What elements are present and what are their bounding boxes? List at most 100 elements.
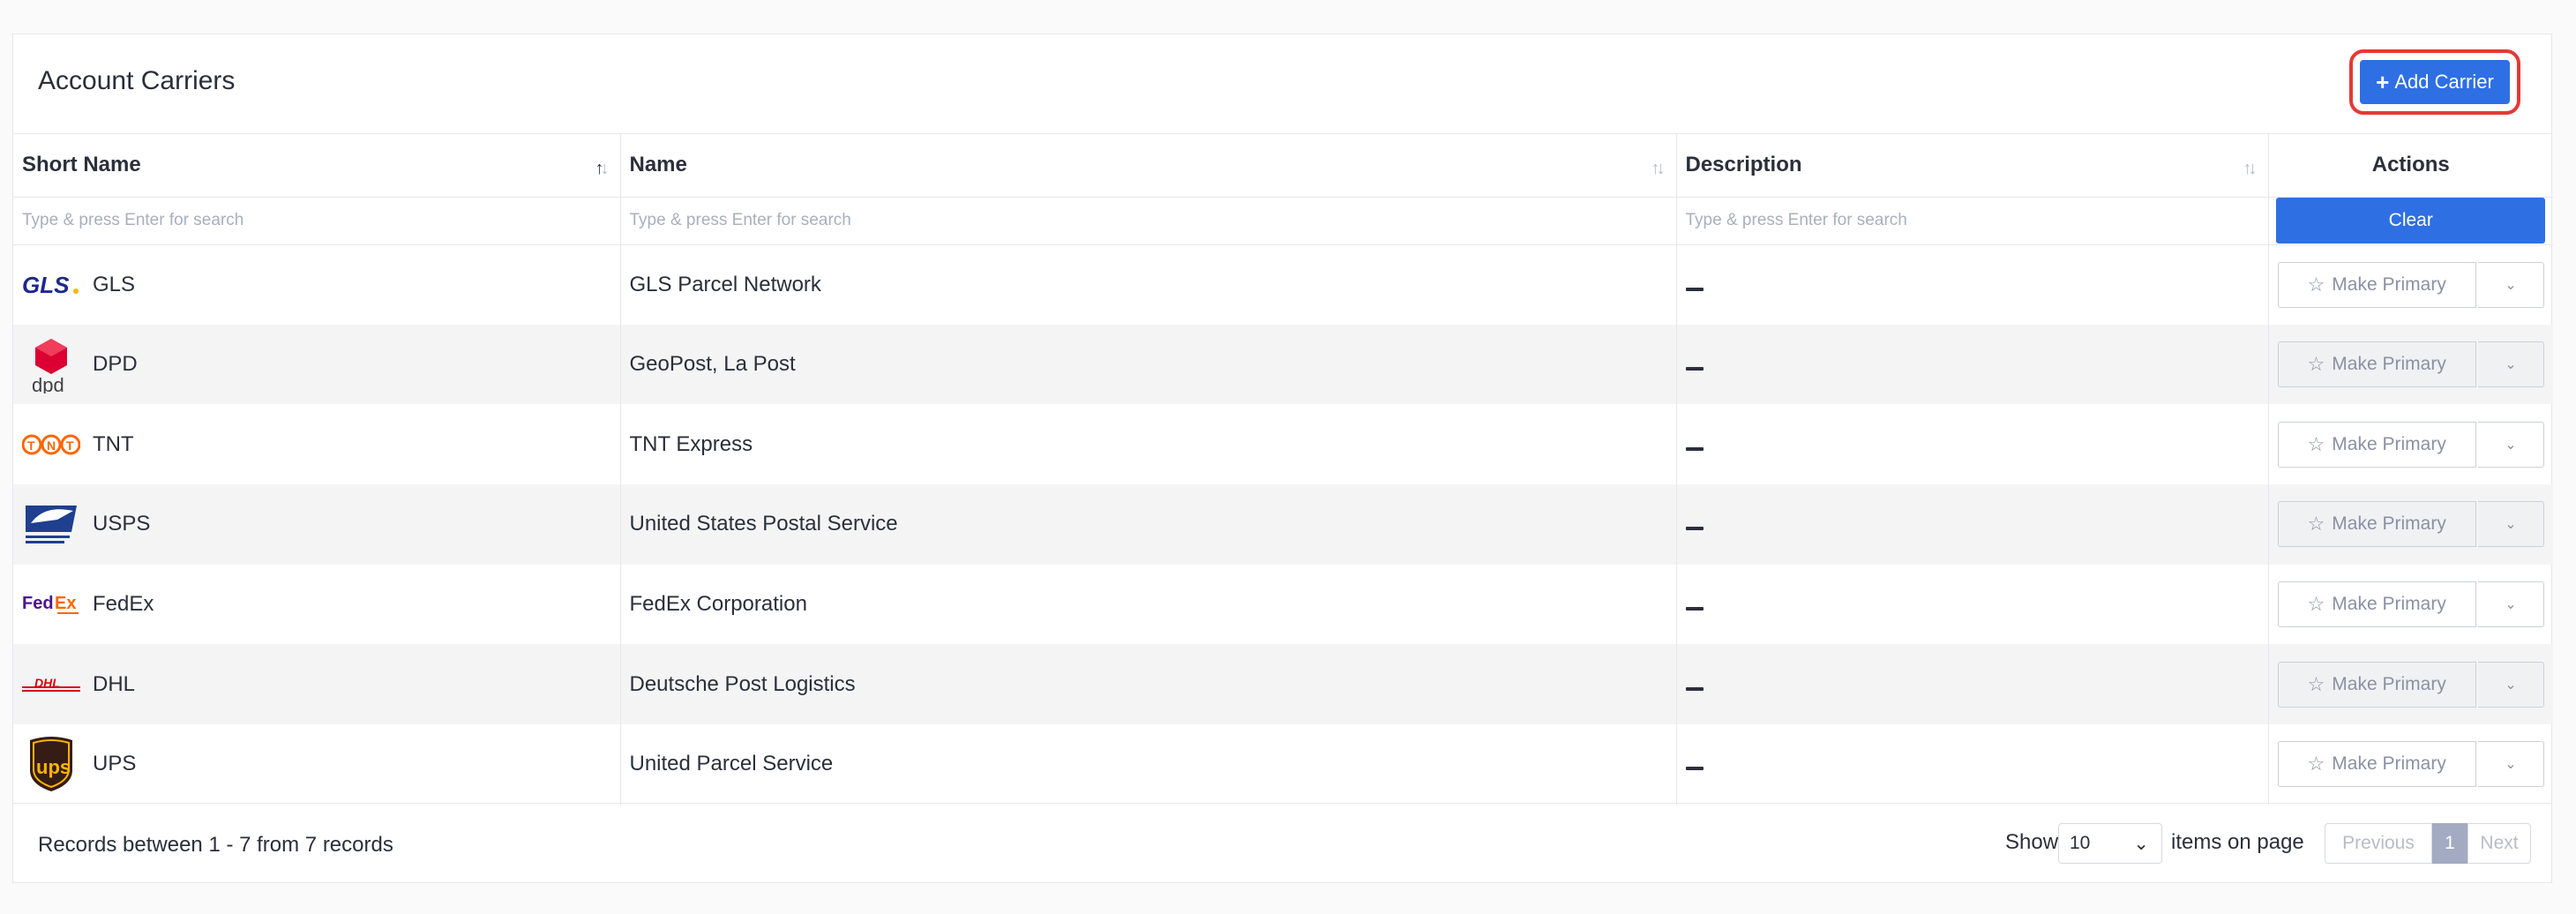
svg-text:T: T [27, 438, 35, 453]
carrier-name: GeoPost, La Post [620, 324, 1677, 405]
dhl-logo-icon: DHL [22, 656, 80, 714]
table-footer: Records between 1 - 7 from 7 records Sho… [13, 803, 2551, 882]
card-header: Account Carriers + Add Carrier [13, 34, 2551, 134]
chevron-down-icon[interactable]: ⌄ [2477, 661, 2544, 708]
empty-description [1685, 686, 1704, 691]
column-header-description[interactable]: Description ↑↓ [1676, 134, 2269, 198]
column-header-short-name[interactable]: Short Name ↑↓ [13, 134, 621, 198]
carrier-name: Deutsche Post Logistics [620, 644, 1677, 725]
carrier-name: FedEx Corporation [620, 564, 1677, 645]
star-icon: ☆ [2307, 753, 2325, 775]
carrier-name: United States Postal Service [620, 484, 1677, 565]
make-primary-label: Make Primary [2332, 594, 2446, 615]
items-on-page-label: items on page [2171, 830, 2304, 854]
chevron-down-icon[interactable]: ⌄ [2477, 261, 2544, 308]
make-primary-label: Make Primary [2332, 753, 2446, 775]
show-label: Show [2005, 830, 2059, 854]
table-row[interactable]: USPS United States Postal Service ☆ Make … [13, 484, 2553, 565]
short-name: DHL [93, 671, 136, 696]
name-search-input[interactable] [627, 210, 1673, 231]
empty-description [1685, 767, 1704, 771]
sort-icon[interactable]: ↑↓ [1651, 159, 1666, 179]
svg-text:DHL: DHL [34, 676, 60, 690]
add-carrier-label: Add Carrier [2394, 71, 2494, 93]
column-label: Description [1685, 153, 1802, 177]
records-count: Records between 1 - 7 from 7 records [38, 833, 393, 857]
gls-logo-icon: GLS [22, 256, 80, 314]
empty-description [1685, 446, 1704, 451]
page-size-value: 10 [2070, 833, 2091, 853]
carrier-name: GLS Parcel Network [620, 244, 1677, 325]
empty-description [1685, 287, 1704, 291]
table-row[interactable]: DHL DHL Deutsche Post Logistics ☆ Make Pr… [13, 644, 2553, 725]
carrier-name: United Parcel Service [620, 724, 1677, 805]
empty-description [1685, 367, 1704, 371]
page-1-button[interactable]: 1 [2432, 823, 2467, 864]
make-primary-button[interactable]: ☆ Make Primary [2277, 421, 2476, 468]
page-size-select[interactable]: 10 ⌄ [2058, 823, 2162, 864]
chevron-down-icon[interactable]: ⌄ [2477, 421, 2544, 468]
make-primary-label: Make Primary [2332, 433, 2446, 454]
make-primary-button[interactable]: ☆ Make Primary [2277, 581, 2476, 628]
star-icon: ☆ [2307, 353, 2325, 376]
add-carrier-button[interactable]: + Add Carrier [2349, 49, 2520, 115]
table-row[interactable]: Fed Ex FedEx FedEx Corporation ☆ Make Prim… [13, 564, 2553, 645]
short-name: UPS [93, 752, 137, 776]
column-header-name[interactable]: Name ↑↓ [620, 134, 1677, 198]
clear-filters-button[interactable]: Clear [2276, 198, 2546, 243]
svg-text:Fed: Fed [22, 594, 54, 613]
carrier-name: TNT Express [620, 404, 1677, 485]
make-primary-label: Make Primary [2332, 513, 2446, 535]
previous-page-button[interactable]: Previous [2325, 823, 2432, 864]
carriers-table: Short Name ↑↓ Name ↑↓ Description ↑↓ Act… [13, 134, 2553, 805]
star-icon: ☆ [2307, 432, 2325, 455]
table-row[interactable]: GLS GLS GLS Parcel Network ☆ Make Primary… [13, 244, 2553, 325]
ups-logo-icon: ups [22, 735, 80, 793]
make-primary-button[interactable]: ☆ Make Primary [2277, 341, 2476, 388]
chevron-down-icon[interactable]: ⌄ [2477, 341, 2544, 388]
table-row[interactable]: dpd DPD GeoPost, La Post ☆ Make Primary ⌄ [13, 324, 2553, 405]
star-icon: ☆ [2307, 273, 2325, 296]
chevron-down-icon[interactable]: ⌄ [2477, 741, 2544, 788]
short-name-search-input[interactable] [20, 210, 617, 231]
table-row[interactable]: ups UPS United Parcel Service ☆ Make Prim… [13, 724, 2553, 805]
short-name: GLS [93, 272, 136, 296]
account-carriers-card: Account Carriers + Add Carrier Short Nam… [12, 34, 2553, 883]
make-primary-button[interactable]: ☆ Make Primary [2277, 741, 2476, 788]
make-primary-label: Make Primary [2332, 673, 2446, 694]
svg-text:dpd: dpd [32, 374, 64, 393]
make-primary-label: Make Primary [2332, 273, 2446, 295]
svg-text:T: T [66, 438, 74, 453]
short-name: USPS [93, 512, 151, 536]
tnt-logo-icon: TNT [22, 416, 80, 474]
short-name: TNT [93, 431, 134, 456]
svg-text:ups: ups [36, 756, 71, 778]
next-page-button[interactable]: Next [2467, 823, 2531, 864]
empty-description [1685, 607, 1704, 611]
svg-text:N: N [47, 438, 56, 453]
make-primary-label: Make Primary [2332, 354, 2446, 375]
column-label: Short Name [22, 153, 141, 177]
short-name: FedEx [93, 592, 154, 617]
chevron-down-icon[interactable]: ⌄ [2477, 581, 2544, 628]
star-icon: ☆ [2307, 672, 2325, 695]
table-row[interactable]: TNT TNT TNT Express ☆ Make Primary ⌄ [13, 404, 2553, 485]
description-search-input[interactable] [1683, 210, 2265, 231]
usps-logo-icon [22, 495, 80, 553]
svg-text:GLS: GLS [22, 272, 70, 298]
short-name: DPD [93, 352, 138, 377]
column-header-actions: Actions [2268, 134, 2553, 198]
svg-text:Ex: Ex [55, 594, 76, 613]
make-primary-button[interactable]: ☆ Make Primary [2277, 501, 2476, 548]
page-title: Account Carriers [38, 66, 236, 95]
make-primary-button[interactable]: ☆ Make Primary [2277, 661, 2476, 708]
sort-ascending-icon[interactable]: ↑↓ [595, 159, 610, 179]
plus-icon: + [2376, 69, 2390, 95]
chevron-down-icon: ⌄ [2133, 833, 2149, 854]
make-primary-button[interactable]: ☆ Make Primary [2277, 261, 2476, 308]
sort-icon[interactable]: ↑↓ [2243, 159, 2258, 179]
pagination: Previous 1 Next [2325, 823, 2531, 864]
column-label: Actions [2371, 153, 2450, 177]
chevron-down-icon[interactable]: ⌄ [2477, 501, 2544, 548]
star-icon: ☆ [2307, 513, 2325, 536]
